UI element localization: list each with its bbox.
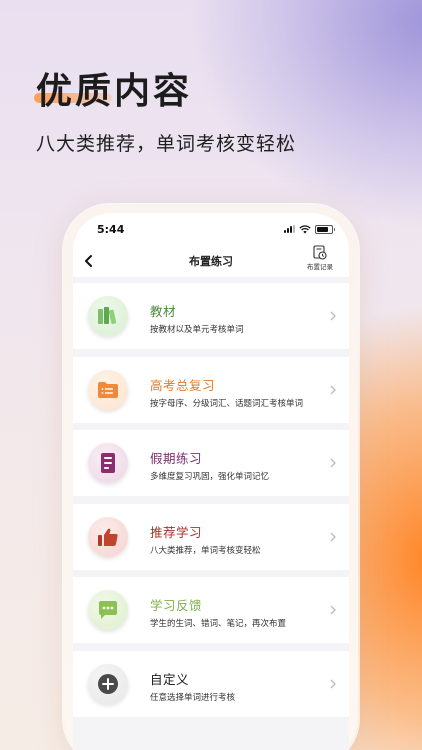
history-button[interactable]: 布置记录 — [307, 245, 333, 271]
signal-icon — [284, 225, 295, 233]
chevron-right-icon — [330, 311, 336, 321]
battery-icon — [315, 224, 335, 234]
chevron-right-icon — [330, 458, 336, 468]
history-icon — [313, 245, 327, 260]
document-icon — [88, 443, 128, 483]
hero-subtitle: 八大类推荐，单词考核变轻松 — [36, 133, 297, 155]
item-title: 推荐学习 — [150, 524, 203, 540]
list-item-recommended[interactable]: 推荐学习 八大类推荐，单词考核变轻松 — [73, 503, 349, 570]
phone-screen: 5:44 布置练习 布置记录 教材 按教材以及单元考核单词 高考总复习 按字母序… — [73, 213, 349, 750]
chevron-right-icon — [330, 532, 336, 541]
list-item-custom[interactable]: 自定义 任意选择单词进行考核 — [73, 650, 349, 717]
item-title: 自定义 — [150, 671, 190, 687]
status-bar: 5:44 — [73, 213, 349, 245]
nav-bar: 布置练习 布置记录 — [73, 245, 349, 277]
list-item-textbook[interactable]: 教材 按教材以及单元考核单词 — [73, 283, 349, 349]
list-item-holiday-practice[interactable]: 假期练习 多维度复习巩固，强化单词记忆 — [73, 430, 349, 496]
list-item-feedback[interactable]: 学习反馈 学生的生词、错词、笔记，再次布置 — [73, 577, 349, 643]
item-description: 按教材以及单元考核单词 — [150, 325, 244, 335]
item-description: 多维度复习巩固，强化单词记忆 — [150, 472, 270, 482]
chevron-right-icon — [330, 385, 336, 394]
thumbs-up-icon — [88, 516, 128, 557]
history-label: 布置记录 — [307, 263, 333, 271]
plus-icon — [88, 663, 128, 704]
item-description: 八大类推荐，单词考核变轻松 — [150, 545, 261, 556]
nav-title: 布置练习 — [189, 255, 233, 268]
item-title: 假期练习 — [150, 451, 203, 466]
item-description: 任意选择单词进行考核 — [150, 692, 236, 703]
chat-icon — [88, 590, 128, 630]
chevron-right-icon — [330, 605, 336, 615]
item-description: 学生的生词、错词、笔记，再次布置 — [150, 619, 287, 629]
folder-icon — [88, 369, 128, 410]
wifi-icon — [299, 224, 311, 233]
status-icons — [284, 224, 335, 234]
chevron-right-icon — [330, 679, 336, 688]
status-time: 5:44 — [97, 222, 125, 236]
hero-title: 优质内容 — [36, 71, 193, 112]
practice-list: 教材 按教材以及单元考核单词 高考总复习 按字母序、分级词汇、话题词汇考核单词 — [73, 277, 349, 717]
item-title: 教材 — [150, 304, 177, 319]
item-title: 学习反馈 — [150, 598, 203, 613]
books-icon — [88, 296, 128, 336]
back-arrow-icon[interactable] — [81, 253, 97, 269]
list-item-gaokao-review[interactable]: 高考总复习 按字母序、分级词汇、话题词汇考核单词 — [73, 356, 349, 423]
item-title: 高考总复习 — [150, 377, 216, 393]
item-description: 按字母序、分级词汇、话题词汇考核单词 — [150, 398, 304, 409]
